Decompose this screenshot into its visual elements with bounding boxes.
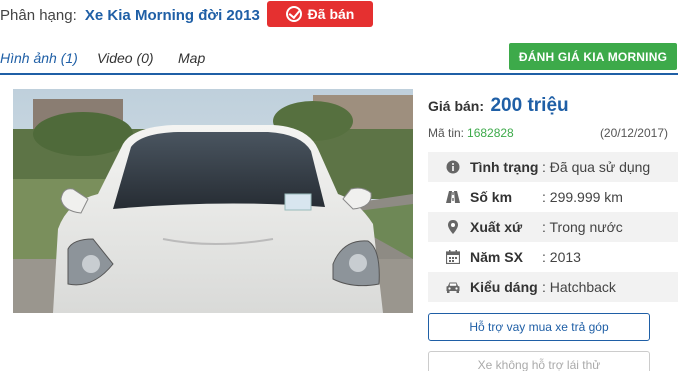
category-heading: Phân hạng: Xe Kia Morning đời 2013 (0, 7, 260, 24)
test-drive-button[interactable]: Xe không hỗ trợ lái thử (428, 351, 650, 371)
spec-row-body-style: Kiểu dáng : Hatchback (428, 272, 678, 302)
info-icon (446, 160, 460, 174)
car-photo-image (13, 89, 413, 313)
tab-video[interactable]: Video (0) (97, 50, 154, 66)
calendar-icon (446, 250, 460, 264)
category-prefix: Phân hạng: (0, 7, 77, 24)
spec-value: : 299.999 km (542, 189, 623, 205)
listing-date: (20/12/2017) (599, 126, 668, 140)
spec-value: : Trong nước (542, 219, 623, 235)
spec-row-year: Năm SX : 2013 (428, 242, 678, 272)
listing-code-value: 1682828 (467, 126, 514, 140)
spec-value: : Đã qua sử dụng (542, 159, 651, 175)
spec-label: Xuất xứ (470, 219, 523, 235)
tabs-divider (0, 73, 678, 75)
spec-label: Số km (470, 189, 513, 205)
tab-images[interactable]: Hình ảnh (1) (0, 50, 78, 66)
loan-support-button[interactable]: Hỗ trợ vay mua xe trả góp (428, 313, 650, 341)
spec-row-mileage: Số km : 299.999 km (428, 182, 678, 212)
car-icon (446, 280, 460, 294)
spec-row-origin: Xuất xứ : Trong nước (428, 212, 678, 242)
evaluate-model-button[interactable]: ĐÁNH GIÁ KIA MORNING (509, 43, 677, 70)
road-icon (446, 190, 460, 204)
sold-status-label: Đã bán (307, 6, 355, 22)
tab-map[interactable]: Map (178, 50, 205, 66)
title-bar: Phân hạng: Xe Kia Morning đời 2013 Đã bá… (0, 0, 693, 32)
price-label: Giá bán: (428, 98, 485, 114)
car-photo[interactable] (13, 89, 413, 313)
spec-label: Tình trạng (470, 159, 539, 175)
spec-label: Năm SX (470, 249, 523, 265)
listing-code-row: Mã tin: 1682828 (20/12/2017) (428, 126, 668, 140)
map-pin-icon (446, 220, 460, 234)
spec-row-condition: Tình trạng : Đã qua sử dụng (428, 152, 678, 182)
sold-status-badge: Đã bán (267, 1, 373, 27)
spec-value: : 2013 (542, 249, 581, 265)
spec-label: Kiểu dáng (470, 279, 538, 295)
listing-code-label: Mã tin: (428, 126, 465, 140)
category-name[interactable]: Xe Kia Morning đời 2013 (85, 7, 260, 24)
price-row: Giá bán: 200 triệu (428, 95, 569, 117)
price-value: 200 triệu (490, 95, 569, 116)
check-circle-icon (285, 6, 302, 22)
spec-value: : Hatchback (542, 279, 616, 295)
